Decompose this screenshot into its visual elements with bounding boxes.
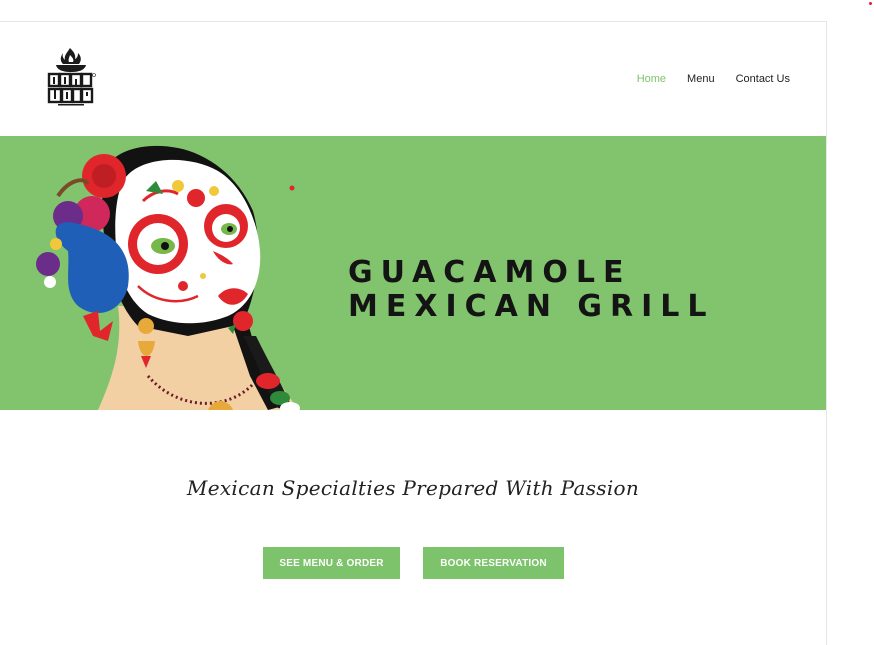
book-reservation-button[interactable]: BOOK RESERVATION: [423, 547, 564, 579]
hero-title: GUACAMOLE MEXICAN GRILL: [348, 256, 715, 324]
site-header: Home Menu Contact Us: [0, 22, 826, 136]
sugar-skull-woman-illustration: [36, 145, 300, 410]
hero-title-line2: MEXICAN GRILL: [348, 289, 715, 324]
hero-title-line1: GUACAMOLE: [348, 255, 632, 290]
see-menu-order-button[interactable]: SEE MENU & ORDER: [263, 547, 400, 579]
main-nav: Home Menu Contact Us: [637, 73, 790, 85]
tagline: Mexican Specialties Prepared With Passio…: [186, 476, 640, 500]
corner-dot: [869, 2, 872, 5]
nav-menu-link[interactable]: Menu: [687, 73, 715, 85]
hero-banner: GUACAMOLE MEXICAN GRILL: [0, 136, 826, 410]
page: Home Menu Contact Us GUACAMOLE MEXICAN G…: [0, 21, 827, 645]
nav-contact-link[interactable]: Contact Us: [736, 73, 790, 85]
guacamole-logo-icon[interactable]: [44, 46, 98, 110]
nav-home-link[interactable]: Home: [637, 73, 666, 85]
